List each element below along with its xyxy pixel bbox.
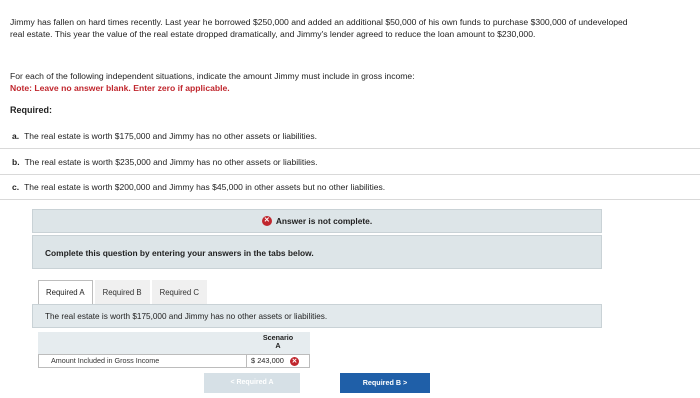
gross-income-value: 243,000: [257, 356, 284, 365]
answer-status-banner: ✕ Answer is not complete.: [32, 209, 602, 233]
gross-income-input[interactable]: $ 243,000 ✕: [246, 354, 310, 368]
problem-instruction: For each of the following independent si…: [10, 70, 630, 94]
next-required-button[interactable]: Required B >: [340, 373, 430, 393]
tab-required-c[interactable]: Required C: [151, 280, 208, 304]
part-letter: a.: [12, 131, 20, 141]
divider: [0, 199, 700, 200]
instruction-note: Note: Leave no answer blank. Enter zero …: [10, 83, 230, 93]
currency-symbol: $: [251, 356, 256, 365]
tab-prompt-text: The real estate is worth $175,000 and Ji…: [45, 312, 328, 321]
prev-required-button[interactable]: < Required A: [204, 373, 300, 393]
part-a: a. The real estate is worth $175,000 and …: [12, 131, 317, 142]
tab-required-b[interactable]: Required B: [94, 280, 150, 304]
answer-status-text: Answer is not complete.: [275, 216, 373, 226]
answer-table: Scenario A Amount Included in Gross Inco…: [38, 332, 310, 368]
tab-required-a[interactable]: Required A: [38, 280, 93, 304]
divider: [0, 174, 700, 175]
problem-intro: Jimmy has fallen on hard times recently.…: [10, 17, 628, 39]
part-b: b. The real estate is worth $235,000 and …: [12, 157, 318, 168]
table-header-blank: [38, 332, 246, 354]
instructions-panel: Complete this question by entering your …: [32, 235, 602, 269]
close-circle-icon: ✕: [289, 357, 299, 366]
scenario-column-header: Scenario A: [246, 332, 310, 354]
part-text: The real estate is worth $175,000 and Ji…: [24, 131, 318, 141]
scenario-header-line2: A: [275, 341, 281, 350]
required-tabs: Required A Required B Required C: [38, 280, 209, 304]
part-text: The real estate is worth $235,000 and Ji…: [24, 157, 318, 167]
close-circle-icon: ✕: [261, 216, 272, 226]
part-letter: b.: [12, 157, 20, 167]
part-text: The real estate is worth $200,000 and Ji…: [24, 182, 386, 192]
complete-prompt: Complete this question by entering your …: [45, 248, 314, 258]
instruction-text: For each of the following independent si…: [10, 71, 415, 81]
row-label: Amount Included in Gross Income: [38, 354, 246, 368]
required-heading: Required:: [10, 105, 53, 115]
part-c: c. The real estate is worth $200,000 and …: [12, 182, 385, 193]
tab-prompt-panel: The real estate is worth $175,000 and Ji…: [32, 304, 602, 328]
divider: [0, 148, 700, 149]
part-letter: c.: [12, 182, 20, 192]
